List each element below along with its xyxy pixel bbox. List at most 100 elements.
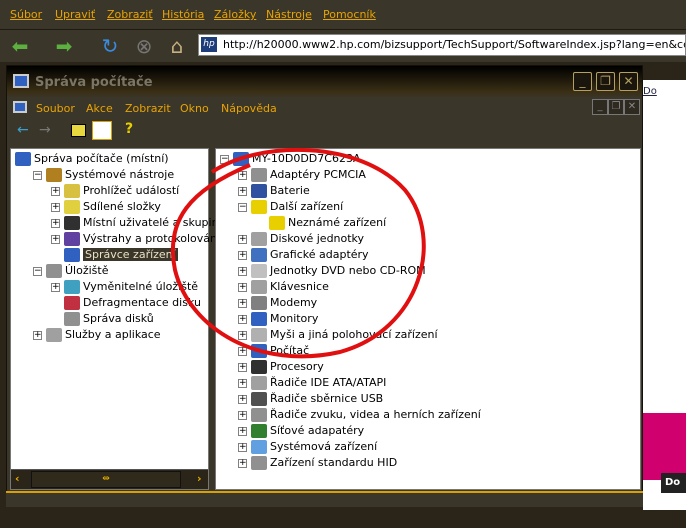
tree-item-label: Úložiště xyxy=(65,264,109,277)
device-icon xyxy=(64,296,80,310)
expand-icon[interactable]: + xyxy=(238,394,247,404)
tree-item[interactable]: + Řadiče zvuku, videa a herních zařízení xyxy=(238,407,481,423)
tree-item[interactable]: + Služby a aplikace xyxy=(33,327,161,343)
tree-item[interactable]: Defragmentace disku xyxy=(51,295,201,311)
child-close-button[interactable]: ✕ xyxy=(624,99,640,115)
close-button[interactable]: ✕ xyxy=(619,72,638,91)
download-button[interactable]: Do xyxy=(661,473,686,493)
expand-icon[interactable]: + xyxy=(238,330,247,340)
tree-item[interactable]: + Klávesnice xyxy=(238,279,329,295)
expand-icon[interactable]: + xyxy=(51,186,60,196)
scroll-thumb[interactable]: ⇹ xyxy=(31,471,181,488)
expand-icon[interactable]: + xyxy=(238,378,247,388)
tree-item[interactable]: + Řadiče IDE ATA/ATAPI xyxy=(238,375,386,391)
browser-menu-item[interactable]: Pomocník xyxy=(323,8,376,21)
forward-arrow-icon[interactable]: → xyxy=(39,122,51,138)
tree-item[interactable]: + Síťové adapatéry xyxy=(238,423,364,439)
expand-icon[interactable]: + xyxy=(33,330,42,340)
tree-item[interactable]: − Úložiště xyxy=(33,263,108,279)
mmc-menu-item[interactable]: Okno xyxy=(180,102,209,115)
help-icon[interactable]: ? xyxy=(125,121,133,137)
tree-item[interactable]: + Procesory xyxy=(238,359,324,375)
tree-item[interactable]: + Prohlížeč událostí xyxy=(51,183,179,199)
show-hide-tree-icon[interactable] xyxy=(92,121,112,140)
home-icon[interactable]: ⌂ xyxy=(165,34,189,58)
child-restore-button[interactable]: ❐ xyxy=(608,99,624,115)
tree-item[interactable]: + Grafické adaptéry xyxy=(238,247,369,263)
collapse-icon[interactable]: − xyxy=(33,170,42,180)
tree-item[interactable]: + Zařízení standardu HID xyxy=(238,455,397,471)
tree-item[interactable]: + Diskové jednotky xyxy=(238,231,364,247)
tree-item-label: Místní uživatelé a skupiny xyxy=(83,216,226,229)
title-bar[interactable]: Správa počítače _ ❐ ✕ xyxy=(7,66,642,98)
mmc-menu-item[interactable]: Zobrazit xyxy=(125,102,171,115)
back-icon[interactable]: ⬅ xyxy=(8,34,32,58)
browser-menu-item[interactable]: Záložky xyxy=(214,8,256,21)
expand-icon[interactable]: + xyxy=(51,218,60,228)
expand-icon[interactable]: + xyxy=(238,234,247,244)
collapse-icon[interactable]: − xyxy=(33,266,42,276)
collapse-icon[interactable]: − xyxy=(238,202,247,212)
expand-icon[interactable]: + xyxy=(238,442,247,452)
tree-item[interactable]: + Modemy xyxy=(238,295,317,311)
up-folder-icon[interactable] xyxy=(71,124,86,137)
minimize-button[interactable]: _ xyxy=(573,72,592,91)
stop-icon[interactable]: ⊗ xyxy=(132,34,156,58)
expand-icon[interactable]: + xyxy=(238,314,247,324)
tree-item-label: Jednotky DVD nebo CD-ROM xyxy=(270,264,426,277)
tree-item[interactable]: Neznámé zařízení xyxy=(256,215,386,231)
browser-menu-item[interactable]: Zobraziť xyxy=(107,8,153,21)
restore-button[interactable]: ❐ xyxy=(596,72,615,91)
url-bar[interactable]: http://h20000.www2.hp.com/bizsupport/Tec… xyxy=(198,34,686,56)
device-list-pane: − MY-10D0DD7C623A + Adaptéry PCMCIA + Baterie… xyxy=(215,148,641,490)
tree-item[interactable]: − Další zařízení xyxy=(238,199,343,215)
browser-menu-item[interactable]: Upraviť xyxy=(55,8,95,21)
forward-icon[interactable]: ➡ xyxy=(52,34,76,58)
mmc-menu-item[interactable]: Akce xyxy=(86,102,113,115)
collapse-icon[interactable]: − xyxy=(220,154,229,164)
scroll-right-icon[interactable]: › xyxy=(197,472,202,485)
browser-menu-item[interactable]: História xyxy=(162,8,204,21)
browser-menu-item[interactable]: Nástroje xyxy=(266,8,312,21)
tree-item[interactable]: + Místní uživatelé a skupiny xyxy=(51,215,225,231)
mmc-menu-item[interactable]: Soubor xyxy=(36,102,75,115)
expand-icon[interactable]: + xyxy=(51,234,60,244)
tree-item[interactable]: + Řadiče sběrnice USB xyxy=(238,391,383,407)
expand-icon[interactable]: + xyxy=(51,282,60,292)
tree-item[interactable]: + Monitory xyxy=(238,311,318,327)
expand-icon[interactable]: + xyxy=(238,298,247,308)
expand-icon[interactable]: + xyxy=(238,410,247,420)
tree-item[interactable]: + Systémová zařízení xyxy=(238,439,377,455)
expand-icon[interactable]: + xyxy=(238,362,247,372)
scroll-left-icon[interactable]: ‹ xyxy=(15,472,20,485)
tree-item[interactable]: − MY-10D0DD7C623A xyxy=(220,151,360,167)
child-minimize-button[interactable]: _ xyxy=(592,99,608,115)
tree-item[interactable]: Správa disků xyxy=(51,311,154,327)
tree-item[interactable]: + Baterie xyxy=(238,183,310,199)
expand-icon[interactable]: + xyxy=(238,458,247,468)
tree-item[interactable]: + Jednotky DVD nebo CD-ROM xyxy=(238,263,426,279)
horizontal-scrollbar[interactable]: ‹ ⇹ › xyxy=(11,469,208,489)
tree-item[interactable]: + Adaptéry PCMCIA xyxy=(238,167,366,183)
expand-icon[interactable]: + xyxy=(238,282,247,292)
tree-item[interactable]: − Systémové nástroje xyxy=(33,167,174,183)
expand-icon[interactable]: + xyxy=(51,202,60,212)
reload-icon[interactable]: ↻ xyxy=(98,34,122,58)
tree-item[interactable]: + Sdílené složky xyxy=(51,199,161,215)
tree-item[interactable]: Správa počítače (místní) xyxy=(15,151,169,167)
mmc-menu-item[interactable]: Nápověda xyxy=(221,102,277,115)
page-link[interactable]: Do xyxy=(643,86,657,97)
expand-icon[interactable]: + xyxy=(238,346,247,356)
tree-item[interactable]: Správce zařízení xyxy=(51,247,178,263)
expand-icon[interactable]: + xyxy=(238,426,247,436)
expand-icon[interactable]: + xyxy=(238,186,247,196)
expand-icon[interactable]: + xyxy=(238,170,247,180)
browser-menu-item[interactable]: Súbor xyxy=(10,8,42,21)
back-arrow-icon[interactable]: ← xyxy=(17,122,29,138)
tree-item[interactable]: + Počítač xyxy=(238,343,309,359)
tree-item[interactable]: + Myši a jiná polohovací zařízení xyxy=(238,327,438,343)
tree-item-label: Procesory xyxy=(270,360,324,373)
tree-item[interactable]: + Vyměnitelné úložiště xyxy=(51,279,198,295)
expand-icon[interactable]: + xyxy=(238,266,247,276)
expand-icon[interactable]: + xyxy=(238,250,247,260)
